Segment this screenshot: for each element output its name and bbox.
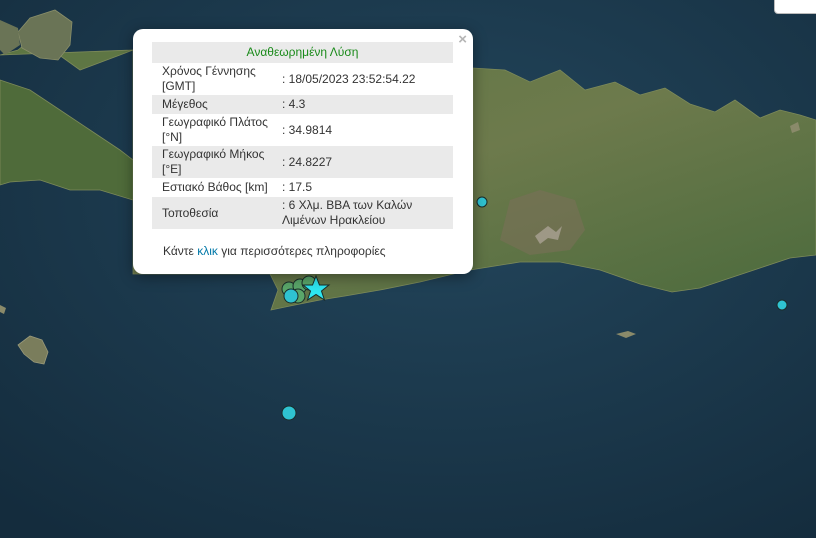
popup-footer: Κάντε κλικ για περισσότερες πληροφορίες: [163, 244, 386, 258]
detail-value: : 4.3: [282, 97, 306, 111]
detail-row-origin-time: Χρόνος Γέννησης [GMT] : 18/05/2023 23:52…: [152, 63, 453, 95]
close-icon[interactable]: ×: [458, 32, 467, 48]
detail-label: Τοποθεσία: [162, 205, 219, 220]
footer-prefix: Κάντε: [163, 244, 194, 258]
footer-suffix: για περισσότερες πληροφορίες: [221, 244, 386, 258]
popup-heading: Αναθεωρημένη Λύση: [246, 45, 359, 59]
mountain-ridge: [500, 190, 585, 255]
detail-label: Μέγεθος: [162, 97, 208, 111]
detail-value: : 24.8227: [282, 154, 333, 169]
detail-row-latitude: Γεωγραφικό Πλάτος [°N] : 34.9814: [152, 114, 453, 146]
event-marker[interactable]: [476, 196, 488, 208]
popup-heading-row: Αναθεωρημένη Λύση: [152, 42, 453, 63]
event-details-table: Αναθεωρημένη Λύση Χρόνος Γέννησης [GMT] …: [152, 42, 453, 229]
detail-row-magnitude: Μέγεθος : 4.3: [152, 95, 453, 114]
detail-row-longitude: Γεωγραφικό Μήκος [°E] : 24.8227: [152, 146, 453, 178]
event-marker[interactable]: [281, 405, 297, 421]
detail-row-location: Τοποθεσία : 6 Χλμ. ΒΒΑ των Καλών Λιμένων…: [152, 197, 453, 229]
detail-row-depth: Εστιακό Βάθος [km] : 17.5: [152, 178, 453, 197]
map-control-button[interactable]: [774, 0, 816, 14]
event-marker[interactable]: [283, 288, 299, 304]
detail-value: : 18/05/2023 23:52:54.22: [282, 71, 416, 86]
detail-value: : 17.5: [282, 180, 313, 194]
detail-label: Χρόνος Γέννησης [GMT]: [162, 64, 256, 93]
event-popup: × Αναθεωρημένη Λύση Χρόνος Γέννησης [GMT…: [133, 29, 473, 274]
detail-label: Γεωγραφικό Μήκος [°E]: [162, 147, 265, 176]
detail-label: Γεωγραφικό Πλάτος [°N]: [162, 115, 268, 144]
detail-value: : 6 Χλμ. ΒΒΑ των Καλών Λιμένων Ηρακλείου: [282, 198, 413, 227]
event-marker[interactable]: [776, 299, 788, 311]
more-info-link[interactable]: κλικ: [197, 244, 218, 258]
detail-label: Εστιακό Βάθος [km]: [162, 180, 268, 194]
detail-value: : 34.9814: [282, 122, 333, 137]
